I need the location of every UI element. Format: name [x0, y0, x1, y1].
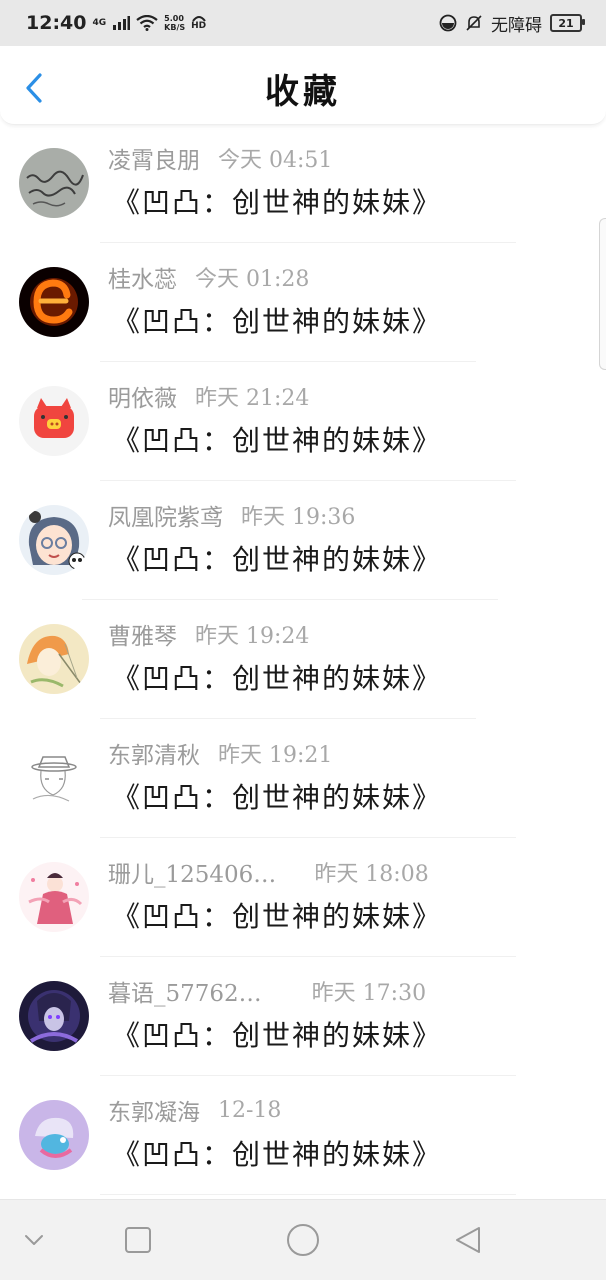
user-name: 暮语_57762… — [108, 981, 262, 1007]
item-title: 《凹凸：创世神的妹妹》 — [112, 900, 443, 933]
item-title: 《凹凸：创世神的妹妹》 — [112, 186, 443, 219]
item-time: 12-18 — [218, 1097, 282, 1123]
user-name: 东郭凝海 — [108, 1100, 200, 1126]
list-item[interactable]: 桂水蕊 今天 01:28 《凹凸：创世神的妹妹》 — [0, 243, 606, 362]
signal-icon — [113, 16, 131, 30]
speed-value: 5.00 — [164, 14, 184, 23]
avatar[interactable] — [19, 1100, 89, 1170]
avatar[interactable] — [19, 505, 89, 575]
list-item[interactable]: 暮语_57762… 昨天 17:30 《凹凸：创世神的妹妹》 — [0, 957, 606, 1076]
battery-level: 21 — [558, 16, 574, 30]
item-meta: 凌霄良朋 今天 04:51 — [108, 141, 332, 175]
user-name: 桂水蕊 — [108, 267, 177, 293]
speed-unit: KB/S — [164, 23, 186, 32]
status-bar: 12:40 4G 5.00 KB/S HD 无障碍 21 — [0, 0, 606, 46]
triangle-back-icon — [456, 1227, 480, 1253]
item-time: 昨天 17:30 — [311, 981, 427, 1006]
anime-girl-avatar-icon — [19, 505, 89, 575]
chevron-down-icon — [25, 1235, 43, 1245]
avatar[interactable] — [19, 386, 89, 456]
line-art-avatar-icon — [19, 743, 89, 813]
network-speed: 5.00 KB/S — [164, 14, 185, 32]
user-name: 明依薇 — [108, 386, 177, 412]
item-title: 《凹凸：创世神的妹妹》 — [112, 305, 443, 338]
square-icon — [125, 1227, 151, 1253]
item-title: 《凹凸：创世神的妹妹》 — [112, 1138, 443, 1171]
list-item[interactable]: 东郭清秋 昨天 19:21 《凹凸：创世神的妹妹》 — [0, 719, 606, 838]
wifi-icon — [136, 15, 158, 31]
handwriting-avatar-icon — [19, 148, 89, 218]
network-type: 4G — [92, 17, 107, 28]
item-title: 《凹凸：创世神的妹妹》 — [112, 1019, 443, 1052]
item-meta: 明依薇 昨天 21:24 — [108, 379, 309, 413]
item-meta: 暮语_57762… 昨天 17:30 — [108, 974, 426, 1008]
item-title: 《凹凸：创世神的妹妹》 — [112, 781, 443, 814]
list-item[interactable]: 凤凰院紫鸢 昨天 19:36 《凹凸：创世神的妹妹》 — [0, 481, 606, 600]
avatar[interactable] — [19, 267, 89, 337]
accessibility-label: 无障碍 — [491, 15, 542, 36]
favorites-list: 凌霄良朋 今天 04:51 《凹凸：创世神的妹妹》 桂水蕊 今天 01:28 《… — [0, 124, 606, 1195]
list-item[interactable]: 凌霄良朋 今天 04:51 《凹凸：创世神的妹妹》 — [0, 124, 606, 243]
nav-recent-button[interactable] — [116, 1218, 160, 1262]
nav-home-button[interactable] — [281, 1218, 325, 1262]
pastel-avatar-icon — [19, 1100, 89, 1170]
sketch-avatar-icon — [19, 624, 89, 694]
user-name: 东郭清秋 — [108, 743, 200, 769]
item-title: 《凹凸：创世神的妹妹》 — [112, 662, 443, 695]
user-name: 凌霄良朋 — [108, 148, 200, 174]
item-meta: 东郭凝海 12-18 — [108, 1093, 281, 1127]
status-right: 无障碍 21 — [439, 11, 585, 36]
page-title: 收藏 — [265, 72, 341, 112]
bell-off-icon — [466, 15, 482, 31]
list-item[interactable]: 东郭凝海 12-18 《凹凸：创世神的妹妹》 — [0, 1076, 606, 1195]
hd-badge: HD — [191, 15, 206, 31]
status-left: 12:40 4G 5.00 KB/S HD — [26, 12, 206, 34]
do-not-disturb-icon — [439, 14, 457, 32]
item-title: 《凹凸：创世神的妹妹》 — [112, 543, 443, 576]
avatar[interactable] — [19, 148, 89, 218]
navigation-bar — [0, 1199, 606, 1280]
item-time: 今天 01:28 — [195, 267, 310, 292]
divider — [100, 1194, 516, 1195]
list-item[interactable]: 明依薇 昨天 21:24 《凹凸：创世神的妹妹》 — [0, 362, 606, 481]
item-time: 昨天 19:24 — [195, 624, 310, 649]
list-item[interactable]: 曹雅琴 昨天 19:24 《凹凸：创世神的妹妹》 — [0, 600, 606, 719]
user-name: 凤凰院紫鸢 — [108, 505, 223, 531]
circle-icon — [287, 1224, 319, 1256]
avatar[interactable] — [19, 743, 89, 813]
user-name: 曹雅琴 — [108, 624, 177, 650]
item-meta: 曹雅琴 昨天 19:24 — [108, 617, 309, 651]
item-meta: 凤凰院紫鸢 昨天 19:36 — [108, 498, 355, 532]
nav-back-button[interactable] — [446, 1218, 490, 1262]
scroll-indicator[interactable] — [599, 218, 606, 370]
hd-label: HD — [191, 21, 207, 31]
dancer-avatar-icon — [19, 862, 89, 932]
item-time: 昨天 21:24 — [195, 386, 310, 411]
item-time: 昨天 18:08 — [314, 862, 429, 887]
user-name: 珊儿_125406… — [108, 862, 277, 888]
item-meta: 珊儿_125406… 昨天 18:08 — [108, 855, 429, 889]
fire-e-avatar-icon — [19, 267, 89, 337]
header-bar: 收藏 — [0, 46, 606, 125]
dark-character-avatar-icon — [19, 981, 89, 1051]
item-time: 昨天 19:36 — [241, 505, 356, 530]
item-meta: 东郭清秋 昨天 19:21 — [108, 736, 332, 770]
item-meta: 桂水蕊 今天 01:28 — [108, 260, 309, 294]
avatar[interactable] — [19, 981, 89, 1051]
pig-avatar-icon — [19, 386, 89, 456]
battery-icon: 21 — [550, 14, 585, 32]
avatar[interactable] — [19, 624, 89, 694]
avatar[interactable] — [19, 862, 89, 932]
status-time: 12:40 — [26, 12, 87, 34]
item-time: 昨天 19:21 — [218, 743, 333, 768]
list-item[interactable]: 珊儿_125406… 昨天 18:08 《凹凸：创世神的妹妹》 — [0, 838, 606, 957]
item-time: 今天 04:51 — [218, 148, 333, 173]
nav-down-button[interactable] — [12, 1218, 56, 1262]
item-title: 《凹凸：创世神的妹妹》 — [112, 424, 443, 457]
